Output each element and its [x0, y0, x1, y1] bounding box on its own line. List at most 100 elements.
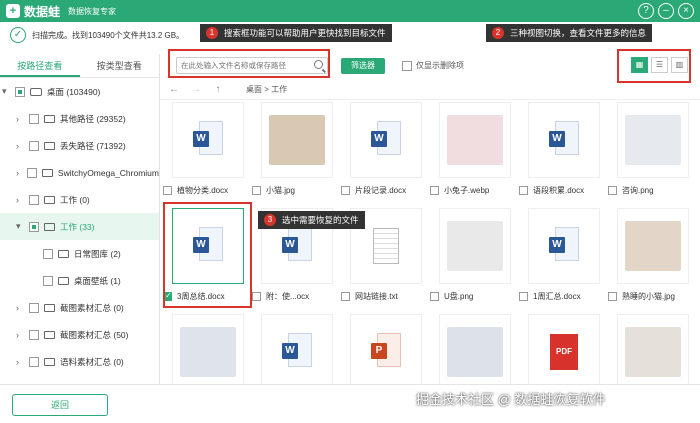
file-tile[interactable]: U盘.png	[430, 208, 518, 312]
chevron-right-icon[interactable]: ›	[16, 303, 24, 313]
file-thumbnail[interactable]: PDF	[528, 314, 600, 390]
file-name: 咨询.png	[622, 186, 654, 195]
tree-item-label: 其他路径 (29352)	[60, 113, 126, 124]
tree-item-screenshots-50[interactable]: › 截图素材汇总 (50)	[0, 321, 159, 348]
file-thumbnail[interactable]: W	[172, 102, 244, 178]
chevron-right-icon[interactable]: ›	[16, 114, 24, 124]
file-checkbox[interactable]	[608, 292, 617, 301]
tree-item-work-33[interactable]: ▾ 工作 (33)	[0, 213, 159, 240]
file-tile[interactable]: W 1周汇总.docx	[519, 208, 607, 312]
tree-item-label: 日常图库 (2)	[74, 248, 121, 259]
tree-item-lost-paths[interactable]: › 丢失路径 (71392)	[0, 132, 159, 159]
minimize-icon[interactable]: –	[658, 3, 674, 19]
chevron-right-icon[interactable]: ›	[16, 330, 24, 340]
tree-item-other-paths[interactable]: › 其他路径 (29352)	[0, 105, 159, 132]
tab-by-path[interactable]: 按路径查看	[0, 54, 80, 77]
callout-number: 3	[264, 214, 276, 226]
tree-checkbox[interactable]	[29, 140, 39, 151]
filter-button[interactable]: 筛选器	[341, 58, 385, 74]
pdf-file-icon: PDF	[550, 334, 578, 370]
file-thumbnail[interactable]: W	[261, 314, 333, 390]
sidebar-tabs: 按路径查看 按类型查看	[0, 54, 159, 78]
file-thumbnail[interactable]: P	[350, 314, 422, 390]
tree-item-switchyomega[interactable]: › SwitchyOmega_Chromium	[0, 159, 159, 186]
tree-checkbox[interactable]	[43, 248, 53, 259]
file-thumbnail[interactable]	[617, 102, 689, 178]
file-type-badge: W	[193, 131, 209, 147]
file-checkbox[interactable]	[608, 186, 617, 195]
word-file-icon: W	[549, 121, 579, 159]
folder-icon	[44, 114, 55, 123]
forward-arrow-icon[interactable]: →	[188, 84, 204, 95]
file-tile[interactable]: 咨询.png	[608, 102, 696, 206]
tab-by-type[interactable]: 按类型查看	[80, 54, 160, 77]
tree-checkbox[interactable]	[29, 356, 39, 367]
help-icon[interactable]: ?	[638, 3, 654, 19]
chevron-right-icon[interactable]: ›	[16, 168, 22, 178]
image-preview	[180, 327, 236, 377]
file-name-row: 语段积累.docx	[519, 185, 607, 196]
image-preview	[625, 221, 681, 271]
file-tile[interactable]: W 片段记录.docx	[341, 102, 429, 206]
tree-item-daily-gallery[interactable]: 日常图库 (2)	[0, 240, 159, 267]
file-thumbnail[interactable]	[439, 102, 511, 178]
chevron-down-icon[interactable]: ▾	[16, 221, 24, 232]
file-thumbnail[interactable]	[617, 208, 689, 284]
chevron-right-icon[interactable]: ›	[16, 357, 24, 367]
tree-checkbox[interactable]	[29, 194, 39, 205]
file-thumbnail[interactable]: W	[350, 102, 422, 178]
file-name: 附：使...ocx	[266, 292, 310, 301]
file-tile[interactable]: 小猫.jpg	[252, 102, 340, 206]
file-thumbnail[interactable]	[439, 314, 511, 390]
file-thumbnail[interactable]	[172, 314, 244, 390]
file-thumbnail[interactable]	[617, 314, 689, 390]
tree-checkbox[interactable]	[29, 113, 39, 124]
chevron-down-icon[interactable]: ▾	[2, 86, 10, 97]
tree-item-desktop[interactable]: ▾ 桌面 (103490)	[0, 78, 159, 105]
file-name: 小猫.jpg	[266, 186, 295, 195]
close-icon[interactable]: ×	[678, 3, 694, 19]
file-tile[interactable]: W 语段积累.docx	[519, 102, 607, 206]
tree-checkbox[interactable]	[15, 86, 25, 97]
file-checkbox[interactable]	[341, 292, 350, 301]
file-name: 熟睡的小猫.jpg	[622, 292, 675, 301]
tree-item-work-0[interactable]: › 工作 (0)	[0, 186, 159, 213]
file-thumbnail[interactable]: W	[528, 208, 600, 284]
file-checkbox[interactable]	[252, 186, 261, 195]
back-arrow-icon[interactable]: ←	[166, 84, 182, 95]
tree-checkbox[interactable]	[29, 221, 39, 232]
file-checkbox[interactable]	[430, 186, 439, 195]
tree-item-wallpaper[interactable]: 桌面壁纸 (1)	[0, 267, 159, 294]
chevron-right-icon[interactable]: ›	[16, 141, 24, 151]
file-tile[interactable]: 熟睡的小猫.jpg	[608, 208, 696, 312]
file-checkbox[interactable]	[519, 186, 528, 195]
tree-item-screenshots-0[interactable]: › 截图素材汇总 (0)	[0, 294, 159, 321]
file-thumbnail[interactable]	[261, 102, 333, 178]
tree-checkbox[interactable]	[29, 302, 39, 313]
file-name: 语段积累.docx	[533, 186, 585, 195]
file-name: 小兔子.webp	[444, 186, 490, 195]
file-tile[interactable]: 小兔子.webp	[430, 102, 518, 206]
only-deleted-checkbox[interactable]	[402, 60, 412, 71]
chevron-right-icon[interactable]: ›	[16, 195, 24, 205]
file-thumbnail[interactable]	[439, 208, 511, 284]
file-checkbox[interactable]	[341, 186, 350, 195]
tree-checkbox[interactable]	[26, 167, 37, 178]
back-button[interactable]: 返回	[12, 394, 108, 416]
file-checkbox[interactable]	[430, 292, 439, 301]
callout-text: 搜索框功能可以帮助用户更快找到目标文件	[224, 28, 386, 38]
sidebar: 按路径查看 按类型查看 ▾ 桌面 (103490) › 其他路径 (29352)…	[0, 54, 160, 384]
up-arrow-icon[interactable]: ↑	[210, 84, 226, 95]
file-checkbox[interactable]	[519, 292, 528, 301]
tree-checkbox[interactable]	[29, 329, 39, 340]
file-name-row: U盘.png	[430, 291, 518, 302]
only-deleted-toggle[interactable]: 仅显示删除项	[402, 60, 464, 71]
file-checkbox[interactable]	[252, 292, 261, 301]
file-checkbox[interactable]	[163, 186, 172, 195]
tree-item-corpus[interactable]: › 语料素材汇总 (0)	[0, 348, 159, 375]
annotation-box-selected	[163, 202, 252, 308]
file-tile[interactable]: W 植物分类.docx	[163, 102, 251, 206]
tree-checkbox[interactable]	[43, 275, 53, 286]
file-thumbnail[interactable]: W	[528, 102, 600, 178]
scan-status-text: 扫描完成。找到103490个文件共13.2 GB。	[32, 30, 185, 40]
